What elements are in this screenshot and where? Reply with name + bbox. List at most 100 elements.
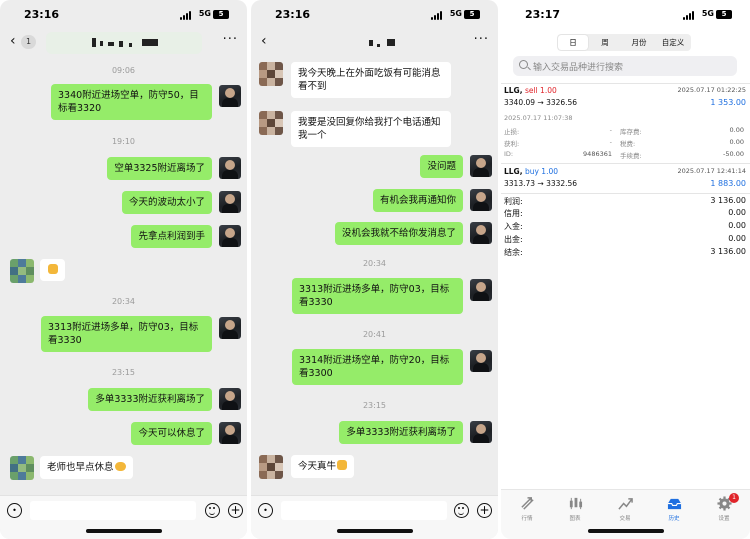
more-options-button[interactable]: ··· [223,32,238,47]
chat-panel-2: 23:16 5G 5 ‹ ··· 我今天晚上在外面吃饭有可能消息 看不到 我要是没… [251,0,498,539]
timestamp: 23:15 [362,401,387,410]
avatar[interactable] [470,350,492,372]
summary-deposit: 入金: 0.00 [504,221,746,231]
avatar[interactable] [470,189,492,211]
segment-custom[interactable]: 自定义 [656,35,690,50]
back-button[interactable]: ‹ [261,33,267,49]
network-label: 5G [701,9,714,18]
symbol-search-input[interactable]: 输入交易品种进行搜索 [513,56,737,76]
outgoing-message[interactable]: 多单3333附近获利离场了 [88,388,212,411]
voice-input-icon[interactable]: • [258,503,273,518]
incoming-message[interactable]: 今天真牛 [291,455,355,478]
quotes-icon [520,497,534,510]
timestamp: 09:06 [111,66,136,75]
timestamp: 20:34 [362,259,387,268]
bottom-tab-bar: 行情 图表 交易 历史 1 设置 [501,489,750,539]
outgoing-message[interactable]: 空单3325附近离场了 [107,157,212,180]
contact-avatar[interactable] [259,62,283,86]
trade-row-header[interactable]: LLG, buy 1.00 2025.07.17 12:41:14 [504,167,746,176]
avatar[interactable] [219,191,241,213]
contact-avatar[interactable] [259,455,283,479]
plus-icon[interactable]: + [477,503,492,518]
outgoing-message[interactable]: 3313附近进场多单，防守03，目标 看3330 [41,316,212,352]
thumbs-up-emoji [48,264,58,274]
trade-row-header[interactable]: LLG, sell 1.00 2025.07.17 01:22:25 [504,86,746,95]
chat-input-bar: • + [0,495,247,539]
timestamp: 20:34 [111,297,136,306]
more-options-button[interactable]: ··· [474,32,489,47]
outgoing-message[interactable]: 多单3333附近获利离场了 [339,421,463,444]
tab-trade[interactable]: 交易 [605,496,645,522]
status-bar: 23:16 5G 5 [251,0,498,30]
status-bar: 23:17 5G 5 [501,0,750,30]
unread-count-badge: 1 [21,35,36,49]
chat-header: ‹ ··· [251,30,498,56]
avatar[interactable] [219,388,241,410]
trade-side-buy: buy 1.00 [524,167,559,176]
status-time: 23:16 [275,8,311,21]
timestamp: 19:10 [111,137,136,146]
message-input[interactable] [281,501,447,520]
back-button[interactable]: ‹ [10,33,16,49]
trade-side-sell: sell 1.00 [524,86,557,95]
outgoing-message[interactable]: 没机会我就不给你发消息了 [334,222,463,245]
emoji-icon[interactable] [454,503,469,518]
segment-week[interactable]: 周 [590,35,620,50]
avatar[interactable] [219,157,241,179]
outgoing-message[interactable]: 先拿点利润到手 [131,225,212,248]
handshake-emoji [114,462,126,471]
trade-profit: 1 883.00 [710,179,746,188]
trade-datetime: 2025.07.17 12:41:14 [677,167,746,175]
trade-symbol: LLG, [504,167,523,176]
battery-icon: 5 [213,10,229,19]
message-input[interactable] [30,501,196,520]
tab-chart[interactable]: 图表 [555,496,595,522]
timestamp: 23:15 [111,368,136,377]
home-indicator [336,529,413,533]
outgoing-message[interactable]: 3313附近进场多单，防守03，目标 看3330 [292,278,463,314]
contact-avatar[interactable] [259,111,283,135]
avatar[interactable] [219,422,241,444]
tab-quotes[interactable]: 行情 [507,496,547,522]
home-indicator [85,529,162,533]
avatar[interactable] [470,279,492,301]
outgoing-message[interactable]: 有机会我再通知你 [372,189,463,212]
signal-icon [431,11,444,20]
outgoing-message[interactable]: 3340附近进场空单，防守50，目 标看3320 [51,84,212,120]
incoming-message[interactable]: 我今天晚上在外面吃饭有可能消息 看不到 [291,62,451,98]
outgoing-message[interactable]: 没问题 [420,155,463,178]
incoming-message[interactable]: 我要是没回复你给我打个电话通知 我一个 [291,111,451,147]
segment-month[interactable]: 月份 [623,35,655,50]
emoji-icon[interactable] [205,503,220,518]
chat-input-bar: • + [251,495,498,539]
avatar[interactable] [470,155,492,177]
avatar[interactable] [219,85,241,107]
signal-icon [683,11,696,20]
contact-avatar[interactable] [10,259,34,283]
incoming-message[interactable]: 老师也早点休息 [40,456,133,479]
voice-input-icon[interactable]: • [7,503,22,518]
blurred-chat-title [92,38,162,47]
tab-history[interactable]: 历史 [654,496,694,522]
battery-icon: 5 [716,10,732,19]
tab-settings[interactable]: 1 设置 [704,493,744,522]
contact-avatar[interactable] [10,456,34,480]
segment-day[interactable]: 日 [558,35,588,50]
chart-icon [569,497,582,510]
trade-icon [617,498,633,510]
outgoing-message[interactable]: 今天可以休息了 [131,422,212,445]
incoming-message[interactable] [40,259,65,281]
avatar[interactable] [470,222,492,244]
trade-symbol: LLG, [504,86,523,95]
plus-icon[interactable]: + [228,503,243,518]
home-indicator [587,529,664,533]
avatar[interactable] [219,317,241,339]
divider [501,163,750,164]
outgoing-message[interactable]: 3314附近进场空单，防守20，目标 看3300 [292,349,463,385]
outgoing-message[interactable]: 今天的波动太小了 [121,191,212,214]
trade-row-prices: 3313.73 → 3332.56 1 883.00 [504,179,746,188]
avatar[interactable] [470,421,492,443]
notification-badge: 1 [729,493,739,503]
network-label: 5G [449,9,462,18]
avatar[interactable] [219,225,241,247]
